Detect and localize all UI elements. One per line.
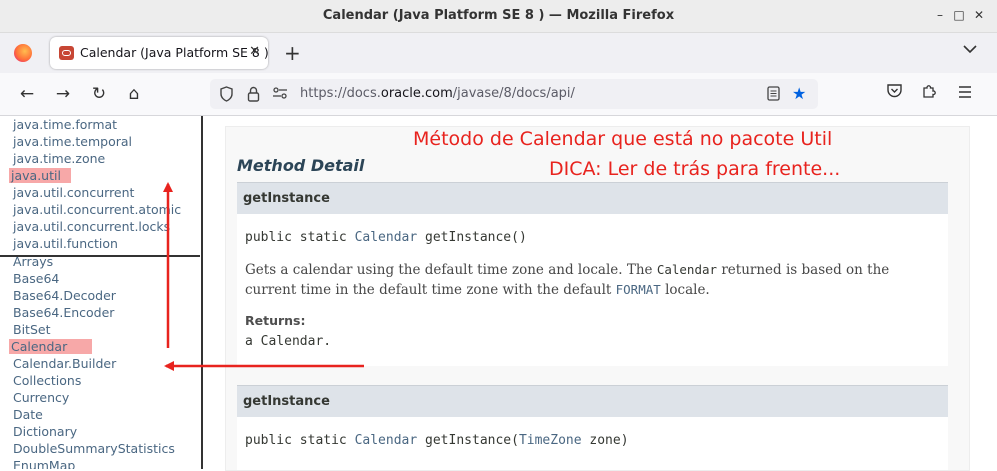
- annotation-arrows: [163, 182, 364, 371]
